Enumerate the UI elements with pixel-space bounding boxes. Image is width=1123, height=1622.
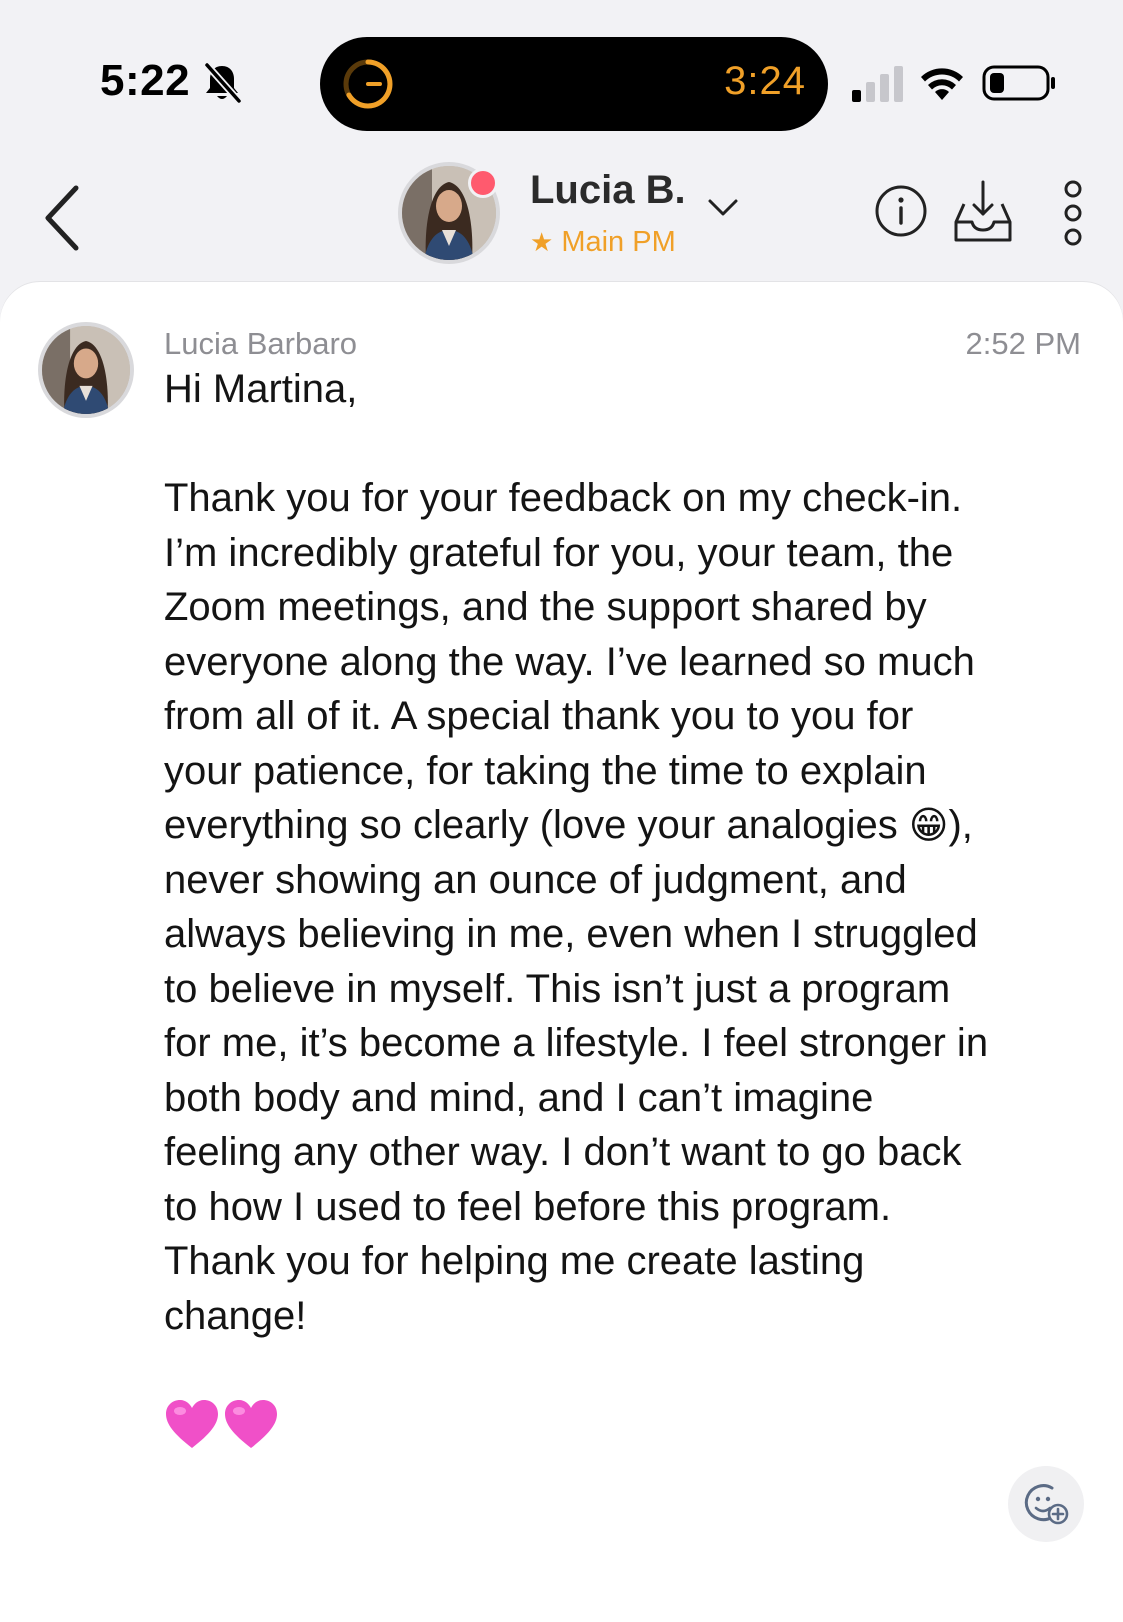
avatar-photo (42, 326, 130, 414)
status-bar: 5:22 3:24 (0, 0, 1123, 160)
contact-role: ★ Main PM (530, 226, 676, 259)
message-body[interactable]: Hi Martina, Thank you for your feedback … (164, 362, 1084, 1343)
timer-ring-icon (343, 59, 393, 109)
cellular-signal-icon (852, 66, 903, 102)
message-line: both body and mind, and I can’t imagine (164, 1075, 874, 1120)
message-line: from all of it. A special thank you to y… (164, 694, 914, 738)
add-reaction-icon (1024, 1484, 1069, 1525)
bell-slash-icon (204, 62, 242, 104)
back-chevron-icon[interactable] (36, 180, 92, 256)
message-time: 2:52 PM (965, 326, 1081, 361)
pink-heart-icon (166, 1400, 218, 1448)
message-line: Thank you for your feedback on my check-… (164, 476, 963, 520)
info-icon[interactable] (874, 184, 928, 238)
sender-name: Lucia Barbaro (164, 326, 358, 361)
battery-icon (982, 65, 1055, 101)
dynamic-island[interactable]: 3:24 (320, 37, 828, 131)
chat-header: Lucia B. ★ Main PM (0, 160, 1123, 280)
status-time: 5:22 (100, 56, 191, 105)
message-line: I’m incredibly grateful for you, your te… (164, 530, 954, 575)
message-line: never showing an ounce of judgment, and (164, 857, 907, 902)
add-reaction-button[interactable] (1008, 1466, 1084, 1542)
contact-avatar[interactable] (402, 166, 498, 260)
message-line-text: everything so clearly (love your analogi… (164, 803, 909, 847)
message-line: everyone along the way. I’ve learned so … (164, 639, 975, 684)
sender-avatar[interactable] (42, 326, 130, 414)
message-line: feeling any other way. I don’t want to g… (164, 1130, 962, 1174)
message-greeting: Hi Martina, (164, 367, 358, 411)
avatar (42, 326, 130, 414)
chevron-down-icon[interactable] (706, 196, 740, 220)
message-line: your patience, for taking the time to ex… (164, 748, 927, 793)
hearts-emoji (164, 1398, 278, 1454)
pink-heart-icon (225, 1400, 278, 1448)
message-line: for me, it’s become a lifestyle. I feel … (164, 1021, 989, 1065)
message-line: Thank you for helping me create lasting (164, 1239, 865, 1283)
message-line: always believing in me, even when I stru… (164, 912, 978, 956)
inbox-download-icon[interactable] (950, 178, 1016, 244)
message-line: to believe in myself. This isn’t just a … (164, 966, 951, 1011)
message-line: to how I used to feel before this progra… (164, 1184, 892, 1229)
wifi-icon (921, 68, 963, 100)
message-line: Zoom meetings, and the support shared by (164, 585, 927, 629)
more-vertical-icon[interactable] (1058, 180, 1088, 246)
online-indicator (468, 168, 498, 198)
star-icon: ★ (530, 227, 554, 257)
message-line-with-emoji: everything so clearly (love your analogi… (164, 798, 1084, 853)
message-line: change! (164, 1293, 307, 1338)
island-timer: 3:24 (724, 59, 806, 103)
message-line-suffix: ), (948, 803, 973, 847)
message-card: Lucia Barbaro 2:52 PM Hi Martina, Thank … (0, 282, 1123, 1622)
contact-role-label: Main PM (561, 226, 676, 258)
grinning-emoji-icon: 😁 (908, 803, 949, 847)
contact-name[interactable]: Lucia B. (530, 168, 686, 213)
